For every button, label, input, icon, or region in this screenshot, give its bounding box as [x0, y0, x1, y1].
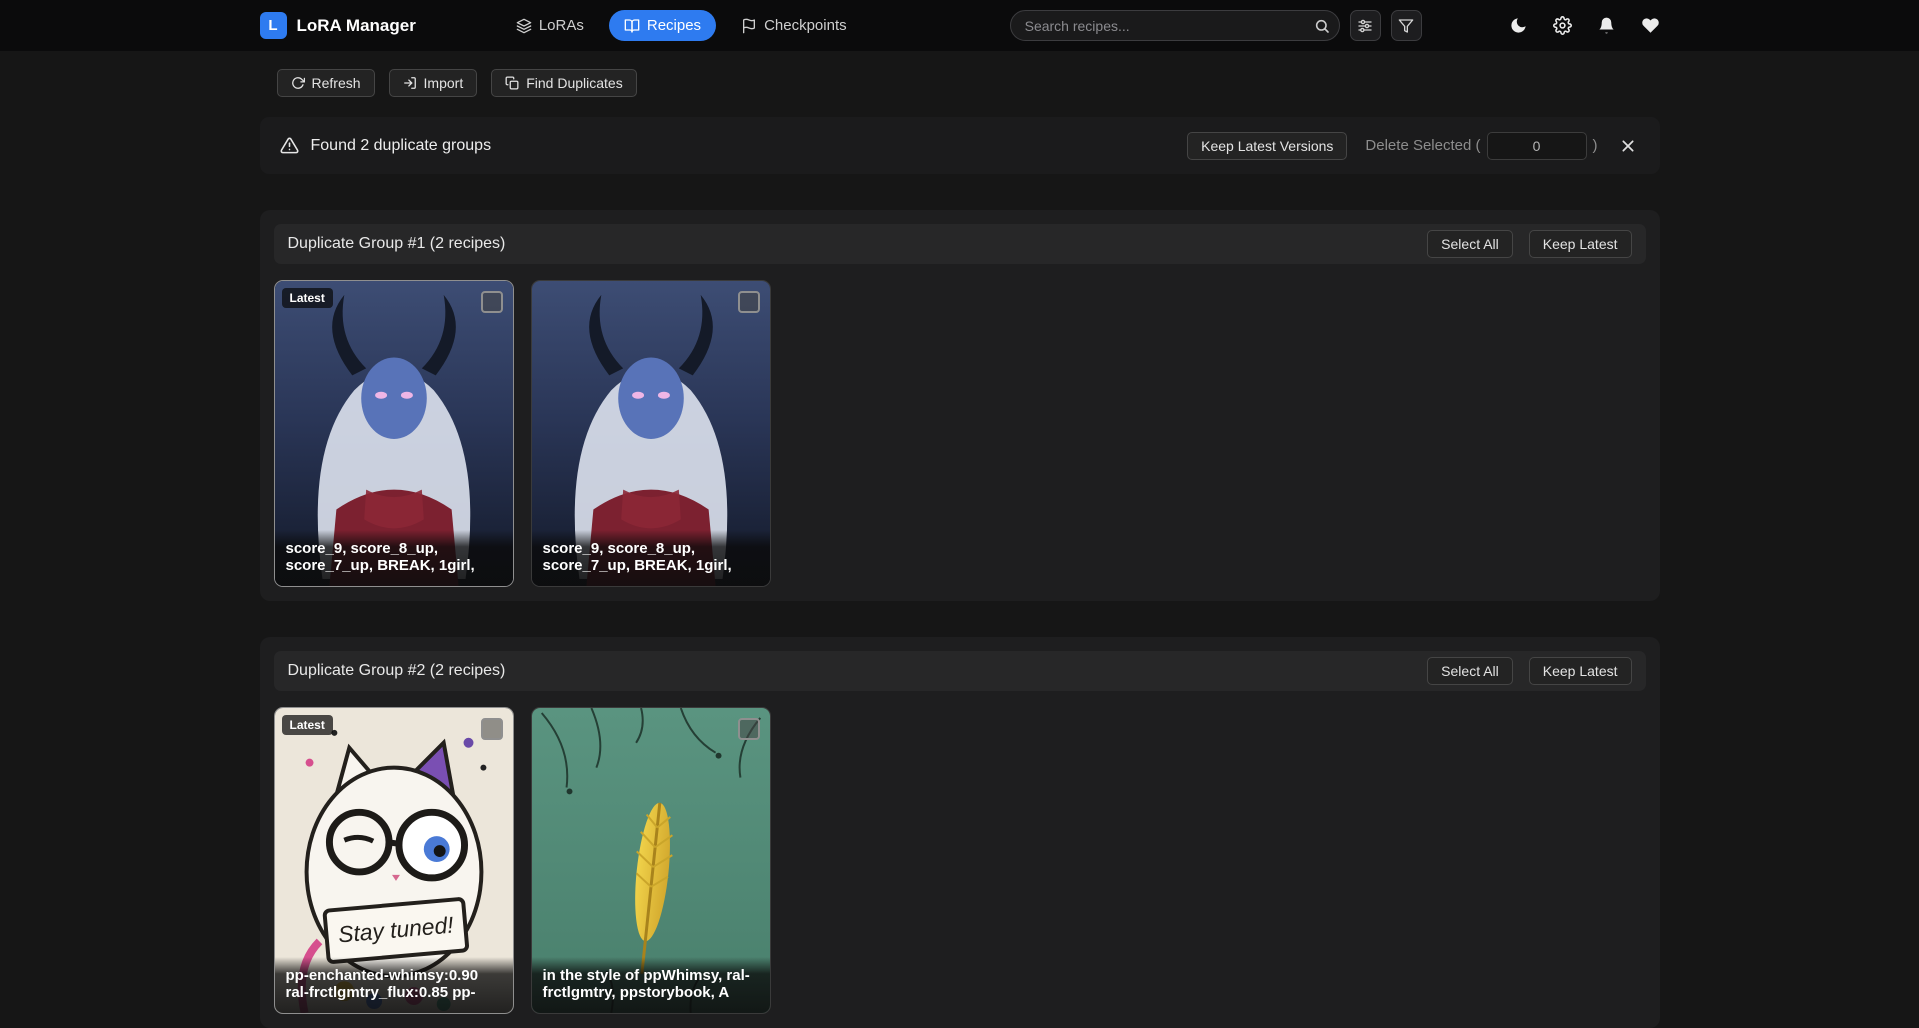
theme-toggle-button[interactable] — [1509, 16, 1528, 35]
top-bar: L LoRA Manager LoRAs Recipes Checkpoints — [0, 0, 1919, 51]
bell-icon — [1597, 16, 1616, 35]
favorites-button[interactable] — [1641, 16, 1660, 35]
sliders-button[interactable] — [1350, 10, 1381, 41]
delete-selected-label-suffix: ) — [1593, 137, 1598, 154]
card-checkbox[interactable] — [481, 718, 503, 740]
find-duplicates-button[interactable]: Find Duplicates — [491, 69, 637, 97]
tab-recipes[interactable]: Recipes — [609, 10, 716, 41]
layers-icon — [516, 18, 532, 34]
tab-label: LoRAs — [539, 17, 584, 34]
delete-selected-label-prefix: Delete Selected ( — [1365, 137, 1480, 154]
sliders-icon — [1357, 18, 1373, 34]
recipe-card[interactable]: Stay tuned! Latest pp-enchanted-whimsy:0… — [274, 707, 514, 1014]
card-checkbox[interactable] — [738, 718, 760, 740]
delete-count-input[interactable] — [1487, 132, 1587, 160]
gear-icon — [1553, 16, 1572, 35]
search-icon — [1314, 18, 1330, 34]
keep-latest-versions-button[interactable]: Keep Latest Versions — [1187, 132, 1347, 160]
refresh-button[interactable]: Refresh — [277, 69, 375, 97]
group-actions: Select All Keep Latest — [1427, 230, 1631, 258]
find-duplicates-label: Find Duplicates — [526, 75, 623, 91]
group-title: Duplicate Group #2 (2 recipes) — [288, 662, 506, 680]
card-checkbox[interactable] — [481, 291, 503, 313]
book-icon — [624, 18, 640, 34]
tab-loras[interactable]: LoRAs — [501, 10, 599, 41]
settings-button[interactable] — [1553, 16, 1572, 35]
group-header: Duplicate Group #1 (2 recipes) Select Al… — [274, 224, 1646, 264]
card-caption: in the style of ppWhimsy, ral-frctlgmtry… — [532, 957, 770, 1014]
banner-message: Found 2 duplicate groups — [311, 137, 492, 155]
tab-label: Checkpoints — [764, 17, 847, 34]
search-button[interactable] — [1309, 13, 1335, 39]
import-icon — [403, 76, 417, 90]
tab-label: Recipes — [647, 17, 701, 34]
copy-icon — [505, 76, 519, 90]
banner-left: Found 2 duplicate groups — [280, 136, 492, 155]
filter-button[interactable] — [1391, 10, 1422, 41]
app-logo[interactable]: L LoRA Manager — [260, 12, 416, 39]
duplicate-group-panel-2: Duplicate Group #2 (2 recipes) Select Al… — [260, 637, 1660, 1028]
refresh-label: Refresh — [312, 75, 361, 91]
recipe-card[interactable]: score_9, score_8_up, score_7_up, BREAK, … — [531, 280, 771, 587]
group-header: Duplicate Group #2 (2 recipes) Select Al… — [274, 651, 1646, 691]
moon-icon — [1509, 16, 1528, 35]
cards-row: Latest score_9, score_8_up, score_7_up, … — [274, 280, 1646, 587]
warning-icon — [280, 136, 299, 155]
heart-icon — [1641, 16, 1660, 35]
app-title: LoRA Manager — [297, 16, 416, 36]
delete-selected-control[interactable]: Delete Selected ( ) — [1365, 132, 1597, 160]
latest-badge: Latest — [282, 288, 333, 308]
group-actions: Select All Keep Latest — [1427, 657, 1631, 685]
select-all-button[interactable]: Select All — [1427, 657, 1513, 685]
duplicates-banner: Found 2 duplicate groups Keep Latest Ver… — [260, 117, 1660, 174]
card-caption: pp-enchanted-whimsy:0.90 ral-frctlgmtry_… — [275, 957, 513, 1014]
card-caption: score_9, score_8_up, score_7_up, BREAK, … — [532, 530, 770, 587]
main-nav: LoRAs Recipes Checkpoints — [501, 10, 862, 41]
card-checkbox[interactable] — [738, 291, 760, 313]
recipe-card[interactable]: in the style of ppWhimsy, ral-frctlgmtry… — [531, 707, 771, 1014]
funnel-icon — [1398, 18, 1414, 34]
close-icon — [1620, 138, 1636, 154]
keep-latest-button[interactable]: Keep Latest — [1529, 657, 1632, 685]
search-bar — [1010, 10, 1340, 41]
card-caption: score_9, score_8_up, score_7_up, BREAK, … — [275, 530, 513, 587]
toolbar: Refresh Import Find Duplicates — [260, 69, 1660, 97]
banner-actions: Keep Latest Versions Delete Selected ( ) — [1187, 132, 1639, 160]
group-title: Duplicate Group #1 (2 recipes) — [288, 235, 506, 253]
refresh-icon — [291, 76, 305, 90]
select-all-button[interactable]: Select All — [1427, 230, 1513, 258]
import-button[interactable]: Import — [389, 69, 478, 97]
top-icons — [1509, 16, 1660, 35]
notifications-button[interactable] — [1597, 16, 1616, 35]
keep-latest-button[interactable]: Keep Latest — [1529, 230, 1632, 258]
flag-icon — [741, 18, 757, 34]
search-input[interactable] — [1010, 10, 1340, 41]
duplicate-group-panel-1: Duplicate Group #1 (2 recipes) Select Al… — [260, 210, 1660, 601]
logo-icon: L — [260, 12, 287, 39]
banner-close-button[interactable] — [1616, 134, 1640, 158]
tab-checkpoints[interactable]: Checkpoints — [726, 10, 862, 41]
logo-letter: L — [268, 17, 277, 34]
latest-badge: Latest — [282, 715, 333, 735]
main-content: Refresh Import Find Duplicates Found 2 d… — [260, 69, 1660, 1028]
cards-row: Stay tuned! Latest pp-enchanted-whimsy:0… — [274, 707, 1646, 1014]
import-label: Import — [424, 75, 464, 91]
recipe-card[interactable]: Latest score_9, score_8_up, score_7_up, … — [274, 280, 514, 587]
